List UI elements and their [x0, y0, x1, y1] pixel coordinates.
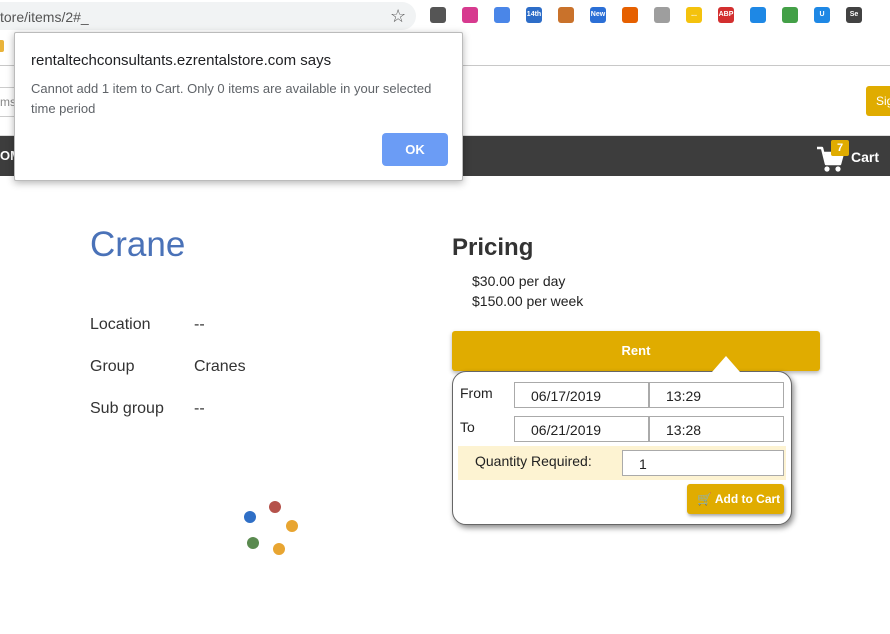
- rent-button[interactable]: Rent: [452, 331, 820, 371]
- window-extension-icon[interactable]: [750, 7, 766, 23]
- address-bar[interactable]: tore/items/2#_ ☆: [0, 2, 416, 30]
- to-label: To: [460, 419, 475, 435]
- browser-toolbar: tore/items/2#_ ☆ 14th New... ABP U Se: [0, 0, 890, 32]
- cart-button[interactable]: 7 Cart: [816, 140, 890, 174]
- cart-label: Cart: [851, 149, 880, 165]
- spinner-dot: [247, 537, 259, 549]
- bookmark-folder-icon[interactable]: [0, 40, 4, 52]
- dialog-title: rentaltechconsultants.ezrentalstore.com …: [31, 52, 332, 69]
- selenium-extension-icon[interactable]: Se: [846, 7, 862, 23]
- group-label: Group: [90, 358, 135, 375]
- location-value: --: [194, 316, 205, 333]
- calendar-extension-icon[interactable]: 14th: [526, 7, 542, 23]
- spinner-dot: [269, 501, 281, 513]
- settings-extension-icon[interactable]: [430, 7, 446, 23]
- quantity-input[interactable]: 1: [622, 450, 784, 476]
- u-extension-icon[interactable]: U: [814, 7, 830, 23]
- to-time-input[interactable]: 13:28: [649, 416, 784, 442]
- pricing-heading: Pricing: [452, 234, 534, 261]
- cart-small-icon: 🛒: [697, 492, 712, 506]
- alert-dialog: rentaltechconsultants.ezrentalstore.com …: [14, 32, 463, 181]
- from-label: From: [460, 385, 493, 401]
- add-to-cart-label: Add to Cart: [714, 492, 781, 506]
- spinner-dot: [273, 543, 285, 555]
- spinner-dot: [286, 520, 298, 532]
- location-label: Location: [90, 316, 151, 333]
- from-time-input[interactable]: 13:29: [649, 382, 784, 408]
- adblock-extension-icon[interactable]: ABP: [718, 7, 734, 23]
- product-title: Crane: [90, 225, 186, 264]
- colorpicker-extension-icon[interactable]: [462, 7, 478, 23]
- subgroup-label: Sub group: [90, 400, 164, 417]
- price-per-week: $150.00 per week: [472, 293, 584, 309]
- reader-extension-icon[interactable]: [654, 7, 670, 23]
- bookmark-star-icon[interactable]: ☆: [390, 6, 406, 27]
- dialog-message: Cannot add 1 item to Cart. Only 0 items …: [31, 81, 432, 116]
- price-per-day: $30.00 per day: [472, 273, 566, 289]
- spinner-dot: [244, 511, 256, 523]
- panel-arrow: [712, 356, 740, 372]
- new-extension-icon[interactable]: New: [590, 7, 606, 23]
- from-date-input[interactable]: 06/17/2019: [514, 382, 649, 408]
- cart-count-badge: 7: [831, 140, 849, 156]
- quantity-label: Quantity Required:: [475, 453, 592, 469]
- group-value: Cranes: [194, 358, 246, 375]
- add-to-cart-button[interactable]: 🛒 Add to Cart: [687, 484, 784, 514]
- sign-in-button[interactable]: Sig: [866, 86, 890, 116]
- ok-button[interactable]: OK: [382, 133, 448, 166]
- subgroup-value: --: [194, 400, 205, 417]
- mail-extension-icon[interactable]: [782, 7, 798, 23]
- notes-extension-icon[interactable]: ...: [686, 7, 702, 23]
- to-date-input[interactable]: 06/21/2019: [514, 416, 649, 442]
- firefox-extension-icon[interactable]: [622, 7, 638, 23]
- url-text: tore/items/2#_: [0, 9, 89, 25]
- translate-extension-icon[interactable]: [494, 7, 510, 23]
- paint-extension-icon[interactable]: [558, 7, 574, 23]
